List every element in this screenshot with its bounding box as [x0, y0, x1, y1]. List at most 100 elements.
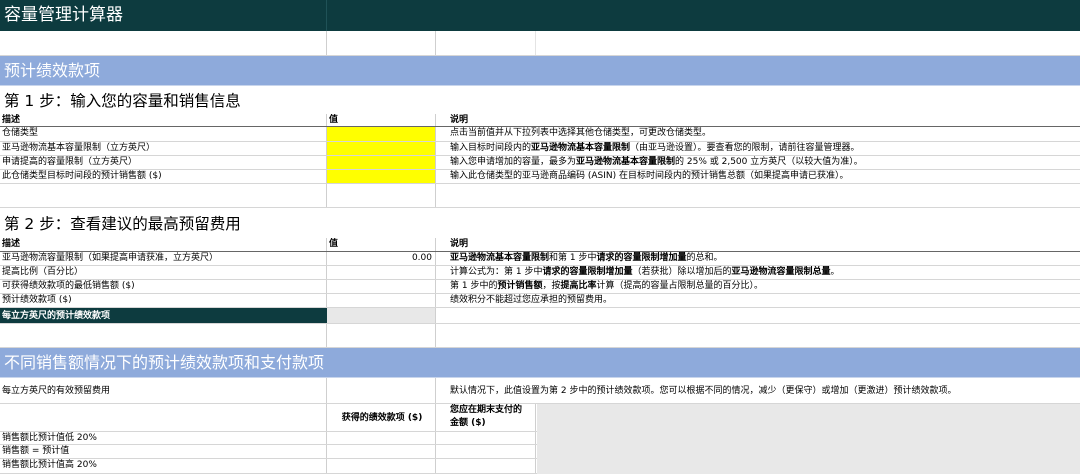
table-row: 此仓储类型目标时间段的预计销售额 ($) 输入此仓储类型的亚马逊商品编码 (AS… [0, 170, 1080, 184]
performance-payment-value [327, 294, 436, 307]
table-row: 可获得绩效款项的最低销售额 ($) 第 1 步中的预计销售额，按提高比率计算（提… [0, 280, 1080, 294]
spacer-row [0, 184, 1080, 208]
note-text: 点击当前值并从下拉列表中选择其他仓储类型，可更改仓储类型。 [450, 128, 712, 138]
table-row: 申请提高的容量限制（立方英尺） 输入您申请增加的容量，最多为亚马逊物流基本容量限… [0, 156, 1080, 170]
step1-title: 第 1 步：输入您的容量和销售信息 [4, 92, 241, 110]
row-desc: 可获得绩效款项的最低销售额 ($) [0, 280, 327, 293]
note-text: 计算公式为：第 1 步中 [450, 267, 543, 277]
note-text: 计算（提高的容量占限制总量的百分比）。 [596, 281, 764, 291]
step2-header: 第 2 步：查看建议的最高预留费用 [0, 208, 1080, 238]
note-text: 输入目标时间段内的 [450, 143, 532, 153]
row-note: 绩效积分不能超过您应承担的预留费用。 [448, 294, 1078, 307]
effective-fee-input[interactable] [327, 378, 436, 403]
col-header-due-line1: 您应在期末支付的 [450, 405, 523, 415]
note-text: 。 [830, 267, 840, 277]
row-note: 默认情况下，此值设置为第 2 步中的预计绩效款项。您可以根据不同的情况，减少（更… [450, 386, 957, 396]
section-banner-scenarios: 不同销售额情况下的预计绩效款项和支付款项 [0, 348, 1080, 378]
row-note: 计算公式为：第 1 步中请求的容量限制增加量（若获批）除以增加后的亚马逊物流容量… [448, 266, 1078, 279]
requested-increase-input[interactable] [327, 156, 436, 169]
col-header-desc: 描述 [0, 114, 327, 126]
row-note: 点击当前值并从下拉列表中选择其他仓储类型，可更改仓储类型。 [448, 127, 1078, 141]
col-header-due-line2: 金额 ($) [450, 418, 486, 428]
spacer-row [0, 324, 1080, 348]
spacer-cell[interactable] [327, 184, 436, 207]
note-text: ，按 [542, 281, 561, 291]
note-text: 和第 1 步中 [549, 253, 597, 263]
projected-sales-input[interactable] [327, 170, 436, 183]
col-header-note: 说明 [450, 239, 469, 249]
table-row-highlight: 每立方英尺的预计绩效款项 [0, 308, 1080, 324]
step2-table-header: 描述 值 说明 [0, 238, 1080, 252]
note-text-bold: 亚马逊物流基本容量限制 [576, 157, 676, 167]
note-text: 输入您申请增加的容量，最多为 [450, 157, 577, 167]
table-row: 提高比例（百分比） 计算公式为：第 1 步中请求的容量限制增加量（若获批）除以增… [0, 266, 1080, 280]
col-header-earned: 获得的绩效款项 ($) [327, 404, 436, 431]
row-desc: 预计绩效款项 ($) [0, 294, 327, 307]
per-cuft-label: 每立方英尺的预计绩效款项 [0, 308, 327, 323]
col-header-note: 说明 [450, 115, 469, 125]
row-desc: 亚马逊物流基本容量限制（立方英尺） [0, 142, 327, 155]
row-note: 第 1 步中的预计销售额，按提高比率计算（提高的容量占限制总量的百分比）。 [448, 280, 1078, 293]
spacer-cell[interactable] [327, 324, 436, 347]
note-text-bold: 预计销售额 [497, 281, 543, 291]
row-desc: 申请提高的容量限制（立方英尺） [0, 156, 327, 169]
app-title: 容量管理计算器 [4, 5, 123, 25]
scenario-label: 销售额 = 预计值 [0, 445, 327, 458]
row-desc: 亚马逊物流容量限制（如果提高申请获准，立方英尺） [0, 252, 327, 265]
table-row: 仓储类型 点击当前值并从下拉列表中选择其他仓储类型，可更改仓储类型。 [0, 127, 1080, 142]
col-header-value: 值 [327, 238, 436, 251]
note-text: 输入此仓储类型的亚马逊商品编码 (ASIN) 在目标时间段内的预计销售总额（如果… [450, 171, 849, 181]
scenario-due [436, 445, 536, 458]
row-note: 输入您申请增加的容量，最多为亚马逊物流基本容量限制的 25% 或 2,500 立… [448, 156, 1078, 169]
note-text: 的总和。 [686, 253, 723, 263]
note-text-bold: 亚马逊物流基本容量限制 [531, 143, 631, 153]
scenario-earned [327, 459, 436, 473]
scenario-earned [327, 432, 436, 444]
row-desc: 仓储类型 [0, 127, 327, 141]
spacer-cell[interactable] [436, 31, 536, 55]
empty-grey-area [537, 404, 1080, 474]
storage-type-select[interactable] [327, 127, 436, 141]
banner-title: 预计绩效款项 [4, 61, 101, 80]
note-text: 的 25% 或 2,500 立方英尺（以较大值为准）。 [675, 157, 863, 167]
spacer-cell[interactable] [0, 31, 327, 55]
scenario-label: 销售额比预计值高 20% [0, 459, 327, 473]
note-text: 绩效积分不能超过您应承担的预留费用。 [450, 295, 613, 305]
base-capacity-input[interactable] [327, 142, 436, 155]
app-title-bar: 容量管理计算器 [0, 0, 1080, 31]
spacer-cell[interactable] [0, 184, 327, 207]
step2-title: 第 2 步：查看建议的最高预留费用 [4, 215, 241, 233]
spacer-cell[interactable] [327, 31, 436, 55]
row-desc: 提高比例（百分比） [0, 266, 327, 279]
note-text-bold: 亚马逊物流容量限制总量 [731, 267, 831, 277]
banner-title: 不同销售额情况下的预计绩效款项和支付款项 [4, 353, 325, 372]
table-row: 亚马逊物流容量限制（如果提高申请获准，立方英尺） 0.00 亚马逊物流基本容量限… [0, 252, 1080, 266]
per-cuft-value [327, 308, 436, 323]
spacer-cell[interactable] [0, 324, 327, 347]
scenario-label: 销售额比预计值低 20% [0, 432, 327, 444]
scenario-earned [327, 445, 436, 458]
table-row: 预计绩效款项 ($) 绩效积分不能超过您应承担的预留费用。 [0, 294, 1080, 308]
note-text-bold: 请求的容量限制增加量 [596, 253, 687, 263]
note-text: （由亚马逊设置）。要查看您的限制，请前往容量管理器。 [630, 143, 860, 153]
row-note: 输入此仓储类型的亚马逊商品编码 (ASIN) 在目标时间段内的预计销售总额（如果… [448, 170, 1078, 183]
note-text-bold: 提高比率 [560, 281, 597, 291]
col-header-desc: 描述 [0, 238, 327, 251]
scenario-due [436, 459, 536, 473]
table-row: 每立方英尺的有效预留费用 默认情况下，此值设置为第 2 步中的预计绩效款项。您可… [0, 378, 1080, 404]
step1-table-header: 描述 值 说明 [0, 114, 1080, 127]
row-note: 输入目标时间段内的亚马逊物流基本容量限制（由亚马逊设置）。要查看您的限制，请前往… [448, 142, 1078, 155]
note-text-bold: 请求的容量限制增加量 [542, 267, 633, 277]
note-text: （若获批）除以增加后的 [632, 267, 732, 277]
spacer-row [0, 31, 1080, 56]
row-note: 亚马逊物流基本容量限制和第 1 步中请求的容量限制增加量的总和。 [448, 252, 1078, 265]
title-divider [326, 0, 327, 31]
table-row: 亚马逊物流基本容量限制（立方英尺） 输入目标时间段内的亚马逊物流基本容量限制（由… [0, 142, 1080, 156]
note-text-bold: 亚马逊物流基本容量限制 [450, 253, 550, 263]
col-header-value: 值 [327, 114, 436, 126]
row-desc: 每立方英尺的有效预留费用 [0, 378, 327, 403]
section-banner-performance: 预计绩效款项 [0, 56, 1080, 86]
row-desc: 此仓储类型目标时间段的预计销售额 ($) [0, 170, 327, 183]
scenario-due [436, 432, 536, 444]
increase-ratio-value [327, 266, 436, 279]
